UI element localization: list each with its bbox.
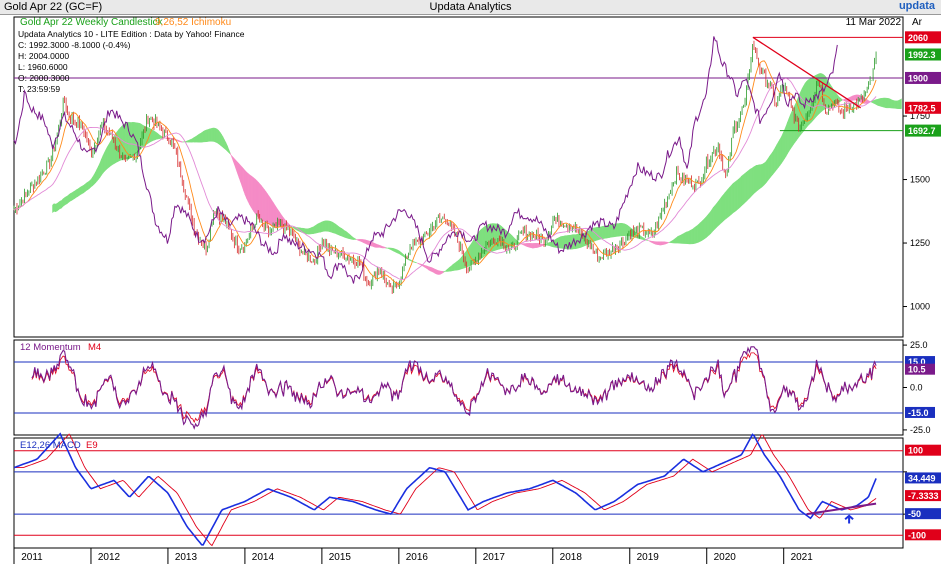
info-line: C: 1992.3000 -8.1000 (-0.4%) bbox=[18, 40, 131, 50]
macd-signal-label: E9 bbox=[86, 440, 98, 451]
x-tick-label: 2015 bbox=[329, 552, 352, 563]
y-tick-label: 1000 bbox=[910, 302, 930, 312]
scale-tag: Ar bbox=[912, 17, 923, 28]
y-tick-label: 1500 bbox=[910, 175, 930, 185]
x-tick-label: 2011 bbox=[21, 552, 43, 563]
panel-frame-1 bbox=[13, 339, 904, 436]
momentum-marker-label: -15.0 bbox=[908, 408, 929, 418]
y-tick-label: 0.0 bbox=[910, 383, 923, 393]
macd-marker-label: 100 bbox=[908, 446, 923, 456]
x-tick-label: 2016 bbox=[406, 552, 429, 563]
momentum-marker-label: 10.5 bbox=[908, 365, 926, 375]
window-title: Updata Analytics bbox=[429, 1, 512, 13]
macd-marker-label: -100 bbox=[908, 530, 926, 540]
momentum-signal-label: M4 bbox=[88, 342, 101, 353]
ichimoku-label: 9,26,52 Ichimoku bbox=[155, 17, 231, 28]
updata-logo[interactable]: updata bbox=[899, 0, 935, 12]
x-tick-label: 2014 bbox=[252, 552, 275, 563]
price-marker-label: 1992.3 bbox=[908, 50, 936, 60]
info-line: T: 23:59:59 bbox=[18, 84, 60, 94]
y-tick-label: 1250 bbox=[910, 238, 930, 248]
price-marker-label: 2060 bbox=[908, 33, 928, 43]
macd-label: E12,26 MACD bbox=[20, 440, 81, 451]
info-line: O: 2000.3000 bbox=[18, 73, 70, 83]
y-tick-label: -25.0 bbox=[910, 425, 931, 435]
x-tick-label: 2018 bbox=[560, 552, 583, 563]
price-marker-label: 1900 bbox=[908, 73, 928, 83]
instrument-label: Gold Apr 22 Weekly Candlestick bbox=[20, 17, 164, 28]
macd-marker-label: -7.3333 bbox=[908, 491, 939, 501]
x-tick-label: 2021 bbox=[791, 552, 814, 563]
macd-marker-label: 34.449 bbox=[908, 473, 936, 483]
x-tick-label: 2020 bbox=[714, 552, 737, 563]
momentum-label: 12 Momentum bbox=[20, 342, 81, 353]
price-marker-label: 1692.7 bbox=[908, 126, 936, 136]
x-tick-label: 2019 bbox=[637, 552, 660, 563]
x-tick-label: 2017 bbox=[483, 552, 506, 563]
chart-canvas[interactable]: 175015001250100020601992.319001782.51692… bbox=[0, 15, 941, 566]
price-marker-label: 1782.5 bbox=[908, 103, 936, 113]
cloud-segment bbox=[899, 98, 902, 110]
window-titlebar: Gold Apr 22 (GC=F) Updata Analytics upda… bbox=[0, 0, 941, 15]
info-line: L: 1960.6000 bbox=[18, 62, 68, 72]
date-label: 11 Mar 2022 bbox=[846, 17, 902, 28]
info-line: Updata Analytics 10 - LITE Edition : Dat… bbox=[18, 29, 245, 39]
x-tick-label: 2012 bbox=[98, 552, 121, 563]
macd-marker-label: -50 bbox=[908, 509, 921, 519]
info-line: H: 2004.0000 bbox=[18, 51, 69, 61]
x-tick-label: 2013 bbox=[175, 552, 198, 563]
y-tick-label: 25.0 bbox=[910, 340, 928, 350]
